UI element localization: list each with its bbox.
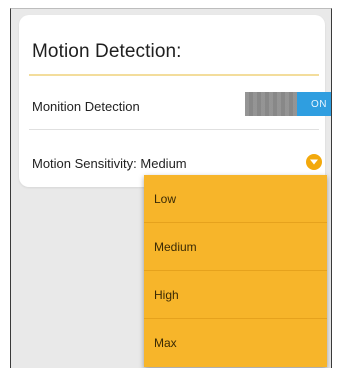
menu-item-high[interactable]: High <box>144 271 327 319</box>
toggle-off-segment <box>245 92 297 116</box>
sensitivity-row[interactable]: Motion Sensitivity: Medium <box>32 156 187 171</box>
row-divider <box>29 129 319 130</box>
chevron-down-icon <box>310 159 318 165</box>
sensitivity-dropdown-button[interactable] <box>306 154 322 170</box>
title-divider <box>29 74 319 76</box>
motion-detection-label: Monition Detection <box>32 99 140 114</box>
menu-item-medium[interactable]: Medium <box>144 223 327 271</box>
sensitivity-value: Medium <box>140 156 187 171</box>
section-title: Motion Detection: <box>32 41 182 62</box>
sensitivity-dropdown-menu: Low Medium High Max <box>144 175 327 367</box>
motion-detection-card: Motion Detection: Monition Detection ON … <box>19 15 331 187</box>
menu-item-max[interactable]: Max <box>144 319 327 367</box>
toggle-on-segment: ON <box>297 92 331 116</box>
motion-detection-toggle[interactable]: ON <box>245 92 331 116</box>
menu-item-low[interactable]: Low <box>144 175 327 223</box>
app-screen: Motion Detection: Monition Detection ON … <box>10 8 332 368</box>
sensitivity-label: Motion Sensitivity: <box>32 156 137 171</box>
